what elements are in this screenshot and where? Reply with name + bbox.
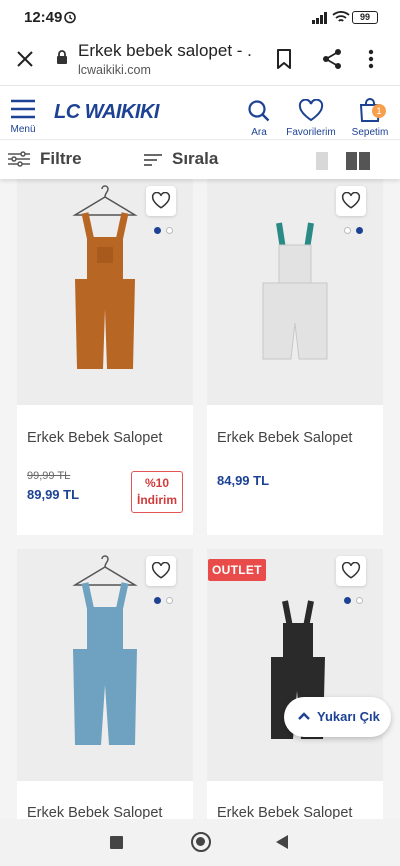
menu-button[interactable]: Menü [6, 99, 40, 135]
back-to-top-label: Yukarı Çık [317, 709, 380, 724]
clock: 12:49 [24, 9, 63, 26]
browser-toolbar: Erkek bebek salopet - ... lcwaikiki.com [0, 34, 400, 86]
search-icon [248, 100, 270, 122]
search-label: Ara [251, 127, 267, 138]
price: 89,99 TL [27, 487, 80, 502]
cart-count-badge: 1 [372, 104, 386, 118]
two-column-view-icon[interactable] [346, 152, 370, 170]
heart-icon [151, 562, 171, 579]
product-name[interactable]: Erkek Bebek Salopet [27, 805, 162, 819]
image-carousel-dots[interactable] [154, 227, 174, 235]
add-to-favorites-button[interactable] [146, 556, 176, 586]
close-icon[interactable] [14, 48, 36, 75]
heart-icon [298, 98, 324, 122]
filter-icon [8, 151, 30, 167]
back-to-top-button[interactable]: Yukarı Çık [284, 697, 391, 737]
hamburger-icon [11, 99, 35, 119]
image-carousel-dots[interactable] [344, 227, 364, 235]
filter-button[interactable]: Filtre [8, 149, 82, 169]
cart-label: Sepetim [351, 127, 389, 138]
search-button[interactable]: Ara [244, 99, 274, 138]
single-column-view-icon[interactable] [316, 152, 328, 170]
bookmark-icon[interactable] [274, 48, 294, 75]
product-name[interactable]: Erkek Bebek Salopet [217, 430, 352, 446]
lock-icon [56, 50, 68, 70]
outlet-badge: OUTLET [208, 559, 266, 581]
heart-icon [341, 562, 361, 579]
page-url[interactable]: lcwaikiki.com [78, 63, 151, 77]
product-card[interactable]: Erkek Bebek Salopet 99,99 TL 89,99 TL %1… [17, 179, 193, 535]
heart-icon [151, 192, 171, 209]
cart-button[interactable]: 1 Sepetim [348, 97, 392, 138]
recent-apps-button[interactable] [110, 836, 123, 849]
back-button[interactable] [276, 835, 288, 849]
favorites-button[interactable]: Favorilerim [283, 98, 339, 138]
home-button[interactable] [191, 832, 211, 852]
add-to-favorites-button[interactable] [336, 556, 366, 586]
more-options-icon[interactable] [368, 48, 374, 75]
discount-badge: %10 İndirim [131, 471, 183, 513]
heart-icon [341, 192, 361, 209]
logo[interactable]: LC WAIKIKI [54, 101, 160, 124]
sort-icon [144, 154, 162, 166]
status-bar: 12:49 99 [0, 0, 400, 34]
page-title[interactable]: Erkek bebek salopet - ... [78, 41, 253, 61]
filter-label: Filtre [40, 149, 82, 168]
filter-sort-bar: Filtre Sırala [0, 141, 400, 179]
system-nav-bar [0, 819, 400, 866]
product-card[interactable]: OUTLET Erkek Bebek Salopet [207, 549, 383, 819]
chevron-up-icon [298, 712, 310, 720]
price: 84,99 TL [217, 473, 270, 488]
add-to-favorites-button[interactable] [146, 186, 176, 216]
old-price: 99,99 TL [27, 470, 71, 482]
product-name[interactable]: Erkek Bebek Salopet [27, 430, 162, 446]
alarm-icon [63, 10, 77, 29]
favorites-label: Favorilerim [286, 127, 336, 138]
share-icon[interactable] [321, 48, 343, 75]
image-carousel-dots[interactable] [344, 597, 364, 605]
wifi-icon [332, 10, 350, 29]
menu-label: Menü [10, 124, 36, 135]
product-card[interactable]: Erkek Bebek Salopet 84,99 TL [207, 179, 383, 535]
add-to-favorites-button[interactable] [336, 186, 366, 216]
signal-icon [312, 11, 328, 29]
image-carousel-dots[interactable] [154, 597, 174, 605]
sort-label: Sırala [172, 149, 219, 168]
product-card[interactable]: Erkek Bebek Salopet [17, 549, 193, 819]
battery-icon: 99 [352, 11, 378, 24]
site-header: Menü LC WAIKIKI Ara Favorilerim 1 Sepeti… [0, 87, 400, 140]
sort-button[interactable]: Sırala [144, 149, 218, 169]
product-name[interactable]: Erkek Bebek Salopet [217, 805, 352, 819]
